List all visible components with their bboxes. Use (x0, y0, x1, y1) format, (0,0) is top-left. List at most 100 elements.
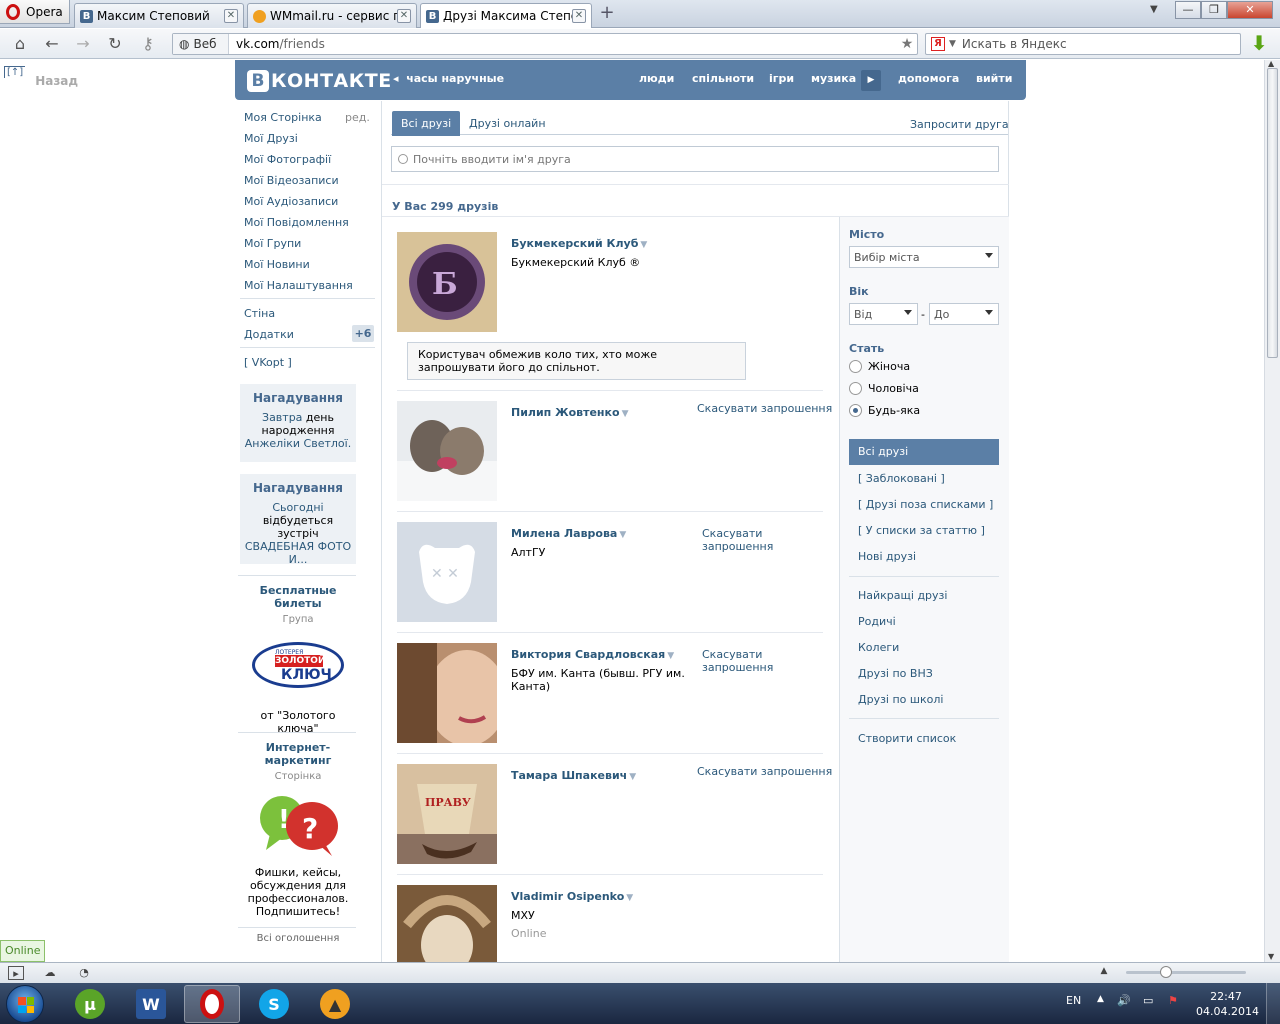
taskbar-aimp[interactable]: ▲ (307, 985, 363, 1023)
bookmark-star-icon[interactable]: ★ (897, 36, 917, 52)
zoom-slider[interactable] (1126, 971, 1246, 974)
left-menu-my-page[interactable]: Моя Сторінка (244, 111, 322, 124)
left-menu-friends[interactable]: Мої Друзі (244, 132, 298, 145)
taskbar-word[interactable]: W (123, 985, 179, 1023)
apps-count-badge[interactable]: +6 (352, 325, 374, 342)
city-select[interactable]: Вибір міста (849, 246, 999, 268)
left-menu-wall[interactable]: Стіна (244, 307, 275, 320)
left-menu-news[interactable]: Мої Новини (244, 258, 310, 271)
list-relatives[interactable]: Родичі (858, 615, 896, 628)
friend-menu-chevron-icon[interactable]: ▼ (619, 530, 626, 540)
left-menu-apps[interactable]: Додатки (244, 328, 294, 341)
friend-avatar[interactable]: ПРАВУ (397, 764, 497, 864)
question-bubbles-icon[interactable]: ! ? (258, 794, 342, 858)
left-menu-audios[interactable]: Мої Аудіозаписи (244, 195, 338, 208)
home-icon[interactable]: ⌂ (9, 33, 31, 55)
left-menu-messages[interactable]: Мої Повідомлення (244, 216, 349, 229)
menu-games[interactable]: ігри (769, 72, 794, 85)
download-arrow-icon[interactable]: ⬇ (1248, 33, 1270, 55)
friend-avatar[interactable] (397, 643, 497, 743)
taskbar-utorrent[interactable]: µ (62, 985, 118, 1023)
close-tab-icon[interactable]: ✕ (572, 9, 586, 23)
friend-name[interactable]: Виктория Свардловская ▼ (511, 648, 674, 661)
tab-list-chevron-icon[interactable]: ▼ (1150, 4, 1158, 15)
volume-icon[interactable]: 🔊 (1117, 994, 1131, 1007)
reminder-link[interactable]: Завтра (262, 411, 302, 424)
status-text[interactable]: ◂ часы наручные (393, 72, 504, 85)
friend-avatar[interactable]: Б (397, 232, 497, 332)
page-back[interactable]: [↑] Назад (4, 66, 78, 88)
menu-logout[interactable]: вийти (976, 72, 1012, 85)
friend-avatar[interactable] (397, 401, 497, 501)
friend-menu-chevron-icon[interactable]: ▼ (626, 893, 633, 903)
tray-expand-icon[interactable]: ▲ (1097, 994, 1104, 1004)
taskbar-skype[interactable]: S (246, 985, 302, 1023)
friend-menu-chevron-icon[interactable]: ▼ (667, 651, 674, 661)
sex-radio-female[interactable]: Жіноча (849, 360, 910, 373)
ad-title[interactable]: Интернет-маркетинг (240, 741, 356, 767)
cancel-invite-button[interactable]: Скасувати запрошення (697, 402, 832, 415)
menu-help[interactable]: допомога (898, 72, 959, 85)
list-school-friends[interactable]: Друзі по школі (858, 693, 943, 706)
ad-internet-marketing[interactable]: Интернет-маркетинг Сторінка (240, 741, 356, 783)
opera-menu-button[interactable]: Opera (0, 0, 70, 24)
age-to-select[interactable]: До (929, 303, 999, 325)
url-text[interactable]: vk.com/friends (229, 37, 897, 51)
list-by-gender[interactable]: [ У списки за статтю ] (858, 524, 985, 537)
address-bar[interactable]: ◍ Веб vk.com/friends ★ (172, 33, 918, 55)
friend-search-input[interactable]: Почніть вводити ім'я друга (391, 146, 999, 172)
search-engine-dropdown-icon[interactable]: ▼ (949, 39, 956, 49)
edit-link[interactable]: ред. (345, 111, 370, 124)
browser-tab-2[interactable]: WMmail.ru - сервис п... ✕ (247, 3, 417, 28)
left-menu-vkopt[interactable]: [ VKopt ] (244, 356, 292, 369)
zoom-slider-knob[interactable] (1160, 966, 1172, 978)
friend-menu-chevron-icon[interactable]: ▼ (629, 772, 636, 782)
friend-name[interactable]: Пилип Жовтенко ▼ (511, 406, 628, 419)
list-colleagues[interactable]: Колеги (858, 641, 899, 654)
friend-name[interactable]: Vladimir Osipenko ▼ (511, 890, 633, 903)
windows-start-icon[interactable] (6, 985, 44, 1023)
friend-name[interactable]: Букмекерский Клуб ▼ (511, 237, 647, 250)
panel-toggle-icon[interactable]: ▸ (8, 966, 24, 980)
menu-people[interactable]: люди (639, 72, 674, 85)
reload-icon[interactable]: ↻ (104, 33, 126, 55)
page-scrollbar[interactable]: ▲ ▼ (1264, 59, 1280, 962)
friend-menu-chevron-icon[interactable]: ▼ (640, 240, 647, 250)
language-indicator[interactable]: EN (1066, 994, 1081, 1007)
vk-logo[interactable]: В КОНТАКТЕ (247, 69, 392, 93)
network-icon[interactable]: ▭ (1143, 994, 1153, 1007)
create-list-link[interactable]: Створити список (858, 732, 956, 745)
restore-window-icon[interactable]: ❐ (1201, 1, 1227, 19)
list-all-friends-selected[interactable]: Всі друзі (849, 439, 999, 465)
key-icon[interactable]: ⚷ (137, 33, 159, 55)
sex-radio-any[interactable]: Будь-яка (849, 404, 920, 417)
left-menu-settings[interactable]: Мої Налаштування (244, 279, 353, 292)
new-tab-icon[interactable]: + (598, 4, 616, 23)
golden-key-logo[interactable]: ЛОТЕРЕЯ ЗОЛОТОЙ КЛЮЧ (252, 642, 344, 688)
list-unlisted[interactable]: [ Друзі поза списками ] (858, 498, 993, 511)
search-bar[interactable]: Я ▼ Искать в Яндекс (925, 33, 1241, 55)
taskbar-clock[interactable]: 22:47 04.04.2014 (1196, 989, 1259, 1019)
sex-radio-male[interactable]: Чоловіча (849, 382, 919, 395)
show-desktop-button[interactable] (1266, 983, 1280, 1024)
close-tab-icon[interactable]: ✕ (224, 9, 238, 23)
action-center-icon[interactable]: ⚑ (1168, 994, 1178, 1007)
list-blocked[interactable]: [ Заблоковані ] (858, 472, 945, 485)
menu-communities[interactable]: спільноти (692, 72, 754, 85)
tab-friends-online[interactable]: Друзі онлайн (460, 111, 555, 136)
left-menu-groups[interactable]: Мої Групи (244, 237, 301, 250)
age-from-select[interactable]: Від (849, 303, 918, 325)
menu-music[interactable]: музика (811, 72, 856, 85)
friend-menu-chevron-icon[interactable]: ▼ (622, 409, 629, 419)
music-play-icon[interactable]: ▶ (861, 70, 881, 91)
list-new-friends[interactable]: Нові друзі (858, 550, 916, 563)
reminder-link[interactable]: Сьогодні (244, 501, 352, 514)
browser-tab-1[interactable]: B Максим Степовий ✕ (74, 3, 244, 28)
forward-icon[interactable]: → (72, 33, 94, 55)
cloud-icon[interactable]: ☁ (42, 966, 58, 980)
web-scheme-badge[interactable]: ◍ Веб (173, 34, 229, 54)
close-tab-icon[interactable]: ✕ (397, 9, 411, 23)
cancel-invite-button[interactable]: Скасувати запрошення (702, 648, 782, 674)
browser-tab-3-active[interactable]: B Друзі Максима Степо... ✕ (420, 3, 592, 28)
friend-name[interactable]: Милена Лаврова ▼ (511, 527, 626, 540)
